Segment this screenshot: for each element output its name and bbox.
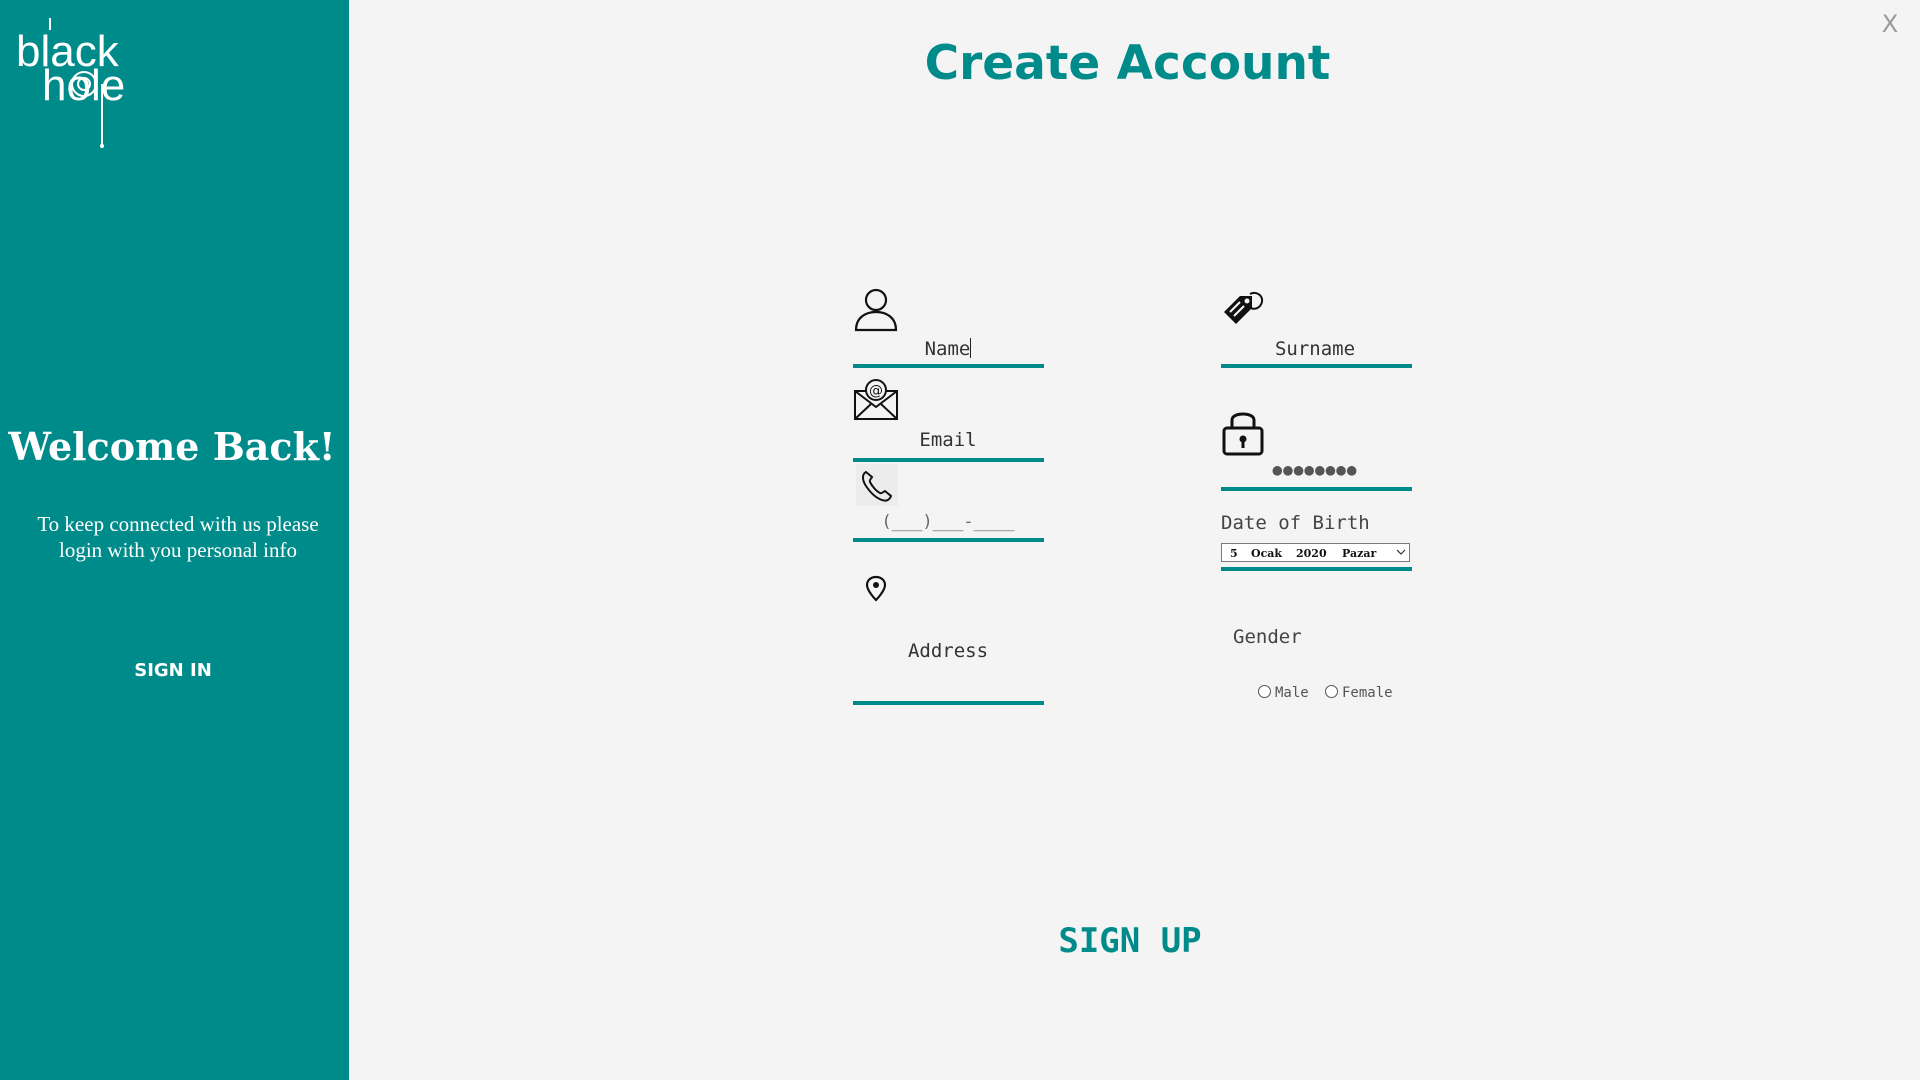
date-of-birth-label: Date of Birth — [1221, 512, 1370, 534]
surname-input[interactable]: Surname — [1220, 338, 1410, 362]
date-of-birth-picker[interactable]: 5 Ocak 2020 Pazar — [1221, 543, 1410, 562]
phone-input[interactable]: (___)___-____ — [853, 512, 1043, 536]
lock-icon — [1220, 406, 1266, 456]
gender-male-label: Male — [1275, 685, 1309, 701]
name-input-value: Name — [924, 338, 971, 360]
dob-weekday: Pazar — [1342, 547, 1377, 560]
page-title: Create Account — [924, 36, 1331, 91]
sign-in-button[interactable]: SIGN IN — [110, 656, 236, 686]
gender-label: Gender — [1233, 626, 1302, 648]
sidebar: black hole Welcome Back! To keep connect… — [0, 0, 349, 1080]
map-pin-icon — [865, 575, 887, 603]
close-button[interactable]: X — [1876, 10, 1904, 38]
sign-up-button[interactable]: SIGN UP — [1030, 920, 1230, 962]
radio-circle-icon — [1325, 685, 1338, 698]
gender-male-radio[interactable]: Male — [1258, 685, 1309, 701]
dob-day: 5 — [1230, 547, 1238, 560]
chevron-down-icon[interactable] — [1396, 543, 1406, 568]
welcome-message: To keep connected with us please login w… — [37, 512, 319, 562]
email-input[interactable]: Email — [853, 429, 1043, 453]
surname-underline — [1221, 364, 1412, 368]
address-underline — [853, 701, 1044, 705]
phone-underline — [853, 538, 1044, 542]
dob-month: Ocak — [1251, 547, 1283, 560]
phone-icon — [856, 464, 898, 506]
name-underline — [853, 364, 1044, 368]
svg-text:hole: hole — [42, 61, 125, 110]
password-input[interactable]: ●●●●●●●● — [1220, 460, 1410, 484]
address-input[interactable]: Address — [853, 640, 1043, 664]
welcome-title: Welcome Back! — [8, 424, 336, 469]
user-icon — [853, 286, 899, 332]
email-underline — [853, 458, 1044, 462]
tag-icon — [1220, 288, 1266, 330]
name-input[interactable]: Name — [853, 338, 1043, 362]
envelope-at-icon: @ — [853, 377, 899, 423]
text-caret — [970, 338, 972, 358]
brand-logo: black hole — [14, 16, 144, 150]
gender-female-label: Female — [1342, 685, 1393, 701]
svg-text:@: @ — [869, 383, 883, 399]
dob-year: 2020 — [1296, 547, 1327, 560]
date-of-birth-underline — [1221, 567, 1412, 571]
password-underline — [1221, 487, 1412, 491]
black-hole-logo-icon: black hole — [16, 18, 125, 148]
gender-female-radio[interactable]: Female — [1325, 685, 1393, 701]
radio-circle-icon — [1258, 685, 1271, 698]
